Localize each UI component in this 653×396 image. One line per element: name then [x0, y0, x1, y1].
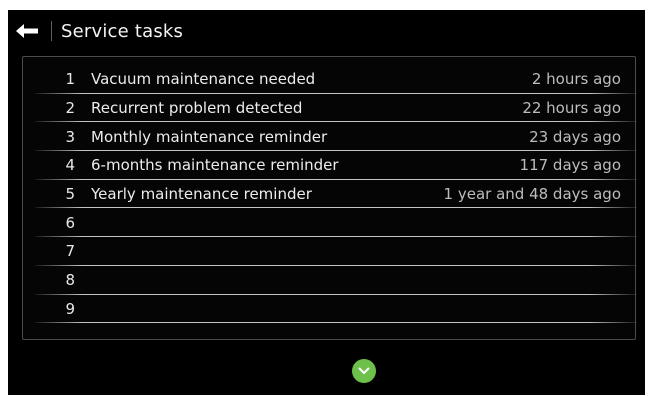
task-number: 2 [65, 99, 75, 118]
task-label: Yearly maintenance reminder [91, 185, 312, 204]
task-label: 6-months maintenance reminder [91, 156, 339, 175]
task-row[interactable]: 1 Vacuum maintenance needed 2 hours ago [35, 65, 637, 94]
task-list-panel: 1 Vacuum maintenance needed 2 hours ago … [22, 56, 637, 340]
task-label: Vacuum maintenance needed [91, 70, 316, 89]
task-number: 6 [65, 213, 75, 232]
task-row[interactable]: 6 [35, 208, 637, 237]
app-screen: Service tasks 1 Vacuum maintenance neede… [8, 10, 645, 395]
chevron-down-icon [358, 367, 370, 374]
task-row[interactable]: 3 Monthly maintenance reminder 23 days a… [35, 122, 637, 151]
task-number: 4 [65, 156, 75, 175]
task-time: 117 days ago [519, 156, 621, 175]
task-row[interactable]: 4 6-months maintenance reminder 117 days… [35, 151, 637, 180]
task-time: 23 days ago [529, 127, 621, 146]
task-label: Recurrent problem detected [91, 99, 303, 118]
task-row[interactable]: 2 Recurrent problem detected 22 hours ag… [35, 94, 637, 123]
task-row[interactable]: 9 [35, 295, 637, 324]
back-button[interactable] [8, 10, 46, 52]
task-list: 1 Vacuum maintenance needed 2 hours ago … [35, 65, 637, 323]
page-title: Service tasks [61, 20, 184, 42]
task-time: 22 hours ago [522, 99, 621, 118]
task-time: 1 year and 48 days ago [443, 185, 621, 204]
task-number: 7 [65, 242, 75, 261]
task-time: 2 hours ago [531, 70, 621, 89]
arrow-left-icon [16, 24, 38, 38]
task-number: 1 [65, 70, 75, 89]
task-number: 9 [65, 299, 75, 318]
task-label: Monthly maintenance reminder [91, 127, 328, 146]
header: Service tasks [8, 10, 645, 52]
task-row[interactable]: 8 [35, 266, 637, 295]
task-row[interactable]: 5 Yearly maintenance reminder 1 year and… [35, 180, 637, 209]
header-divider [51, 21, 52, 41]
task-row[interactable]: 7 [35, 237, 637, 266]
scroll-down-button[interactable] [352, 359, 376, 383]
task-number: 8 [65, 271, 75, 290]
task-number: 5 [65, 185, 75, 204]
task-number: 3 [65, 127, 75, 146]
